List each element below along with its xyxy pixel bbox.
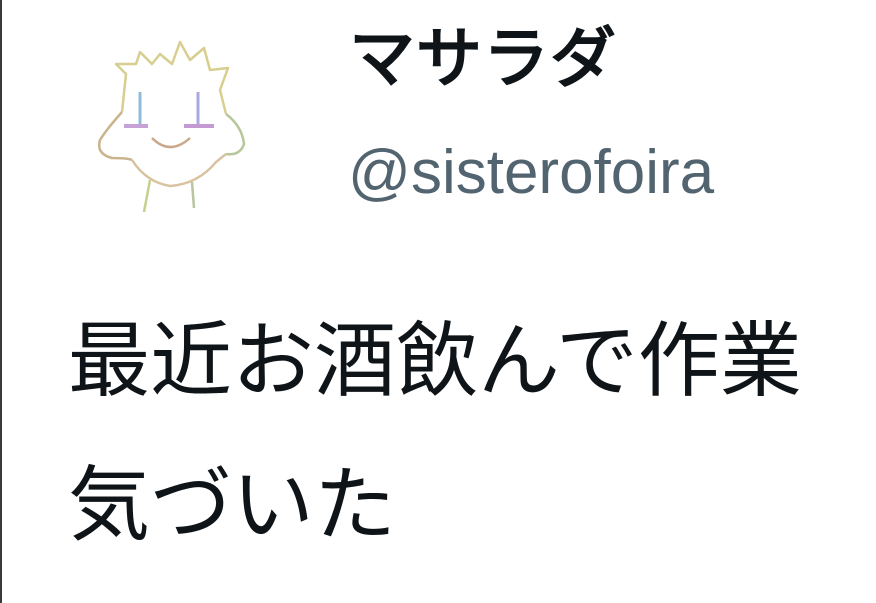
tweet-text-line: 最近お酒飲んで作業 <box>68 314 802 409</box>
tweet-text-line: 気づいた <box>68 458 397 553</box>
tweet-text: 最近お酒飲んで作業 気づいた <box>68 290 876 578</box>
tweet-card: マサラダ @sisterofoira 最近お酒飲んで作業 気づいた <box>0 0 876 603</box>
avatar[interactable] <box>80 34 252 214</box>
display-name[interactable]: マサラダ <box>349 26 617 92</box>
cartoon-face-avatar-icon <box>98 40 246 213</box>
user-handle[interactable]: @sisterofoira <box>348 142 714 204</box>
